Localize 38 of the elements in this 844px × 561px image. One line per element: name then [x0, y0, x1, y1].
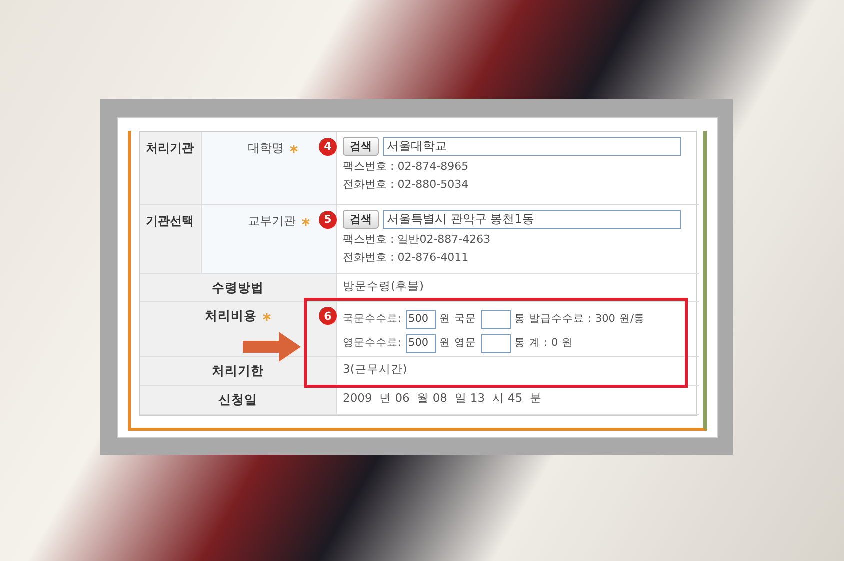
input-field[interactable]: 500 [406, 310, 436, 328]
contact-text: 팩스번호 : 일반02-887-4263 [343, 232, 492, 247]
fee-text: 300 [595, 313, 616, 325]
search-button[interactable]: 검색 [343, 210, 379, 229]
input-field[interactable] [480, 310, 511, 328]
field-value: 방문수령(후불) [343, 279, 424, 293]
fee-text: 국문수수료: [343, 312, 402, 326]
search-button[interactable]: 검색 [343, 137, 379, 156]
fee-text: 국문 [454, 312, 477, 326]
fee-text: 원 [562, 336, 574, 350]
fee-text: 영문 [454, 336, 477, 350]
contact-text: 팩스번호 : 02-874-8965 [343, 159, 470, 174]
input-field[interactable]: 500 [406, 334, 436, 352]
field-label: 신청일 [218, 392, 258, 407]
input-field[interactable] [480, 334, 511, 352]
fee-text: 통 [514, 336, 526, 350]
fee-text: 원/통 [619, 312, 646, 326]
fee-text: 원 [440, 336, 451, 350]
group-label: 기관선택 [140, 205, 202, 274]
contact-text: 전화번호 : 02-880-5034 [343, 177, 470, 192]
fee-text: 발급수수료 : [530, 312, 592, 326]
input-field[interactable]: 서울대학교 [383, 137, 681, 156]
group-label: 처리기관 [140, 132, 202, 205]
fee-text: 0 [551, 337, 558, 349]
fee-text: 원 [440, 312, 451, 326]
fee-text: 영문수수료: [343, 336, 402, 350]
field-label: 처리기한 [212, 363, 264, 378]
field-label: 처리비용 [205, 308, 257, 323]
field-value: 2009 년 06 월 08 일 13 시 45 분 [343, 391, 542, 405]
fee-text: 계 : [530, 336, 548, 350]
contact-text: 전화번호 : 02-876-4011 [343, 250, 470, 265]
field-label: 대학명 [248, 141, 284, 155]
fee-text: 통 [514, 312, 526, 326]
input-field[interactable]: 서울특별시 관악구 봉천1동 [383, 210, 681, 229]
field-value: 3(근무시간) [343, 362, 408, 376]
arrow-icon [243, 332, 301, 362]
field-label: 교부기관 [248, 214, 296, 228]
field-label: 수령방법 [212, 280, 264, 295]
